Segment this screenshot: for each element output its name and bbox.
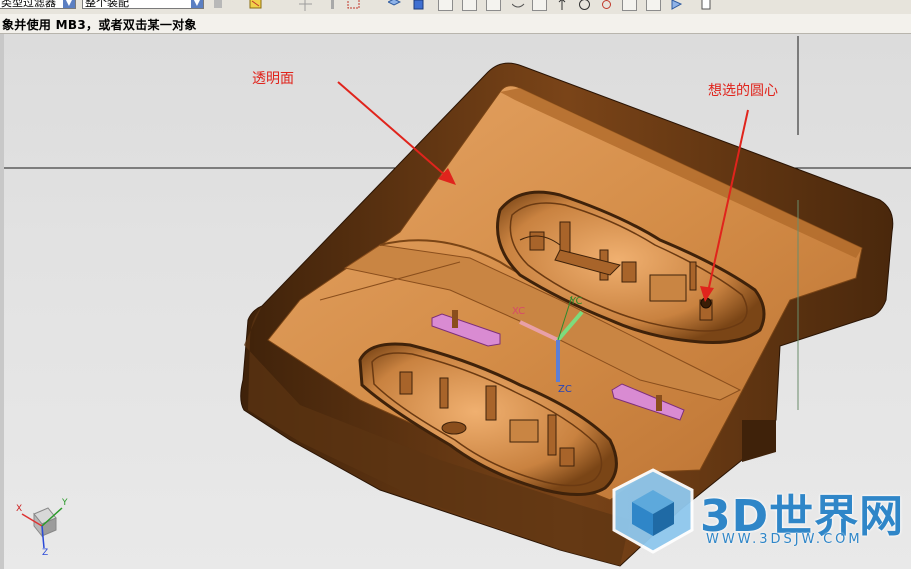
inferred-point-icon[interactable]	[326, 0, 339, 11]
scope-select[interactable]: 整个装配 ▼	[82, 0, 204, 9]
graphics-viewport[interactable]: 透明面 想选的圆心 XC YC ZC X Y Z 3D世界网 WWW.3DSJW…	[0, 34, 911, 569]
annotation-target-center: 想选的圆心	[708, 83, 778, 99]
snap-point-icon[interactable]	[438, 0, 453, 11]
watermark-url: WWW.3DSJW.COM	[706, 532, 863, 547]
arrow-up-icon[interactable]	[622, 0, 637, 11]
prompt-text: 象并使用 MB3，或者双击某一对象	[2, 18, 197, 32]
arc-icon[interactable]	[486, 0, 501, 11]
menu-icon[interactable]	[700, 0, 713, 11]
chevron-down-icon[interactable]: ▼	[191, 0, 203, 8]
yc-label: YC	[570, 296, 583, 307]
chevron-down-icon[interactable]: ▼	[63, 0, 75, 8]
mold-right-tab	[742, 420, 776, 462]
right-slider-pin	[656, 395, 662, 411]
cube-icon[interactable]	[412, 0, 425, 11]
arrow-up-icon[interactable]	[556, 0, 569, 11]
xc-label: XC	[512, 306, 526, 317]
filter-select[interactable]: 类型过滤器 ▼	[0, 0, 76, 9]
select-filter-icon[interactable]	[212, 0, 225, 11]
arrow-diag-icon[interactable]	[646, 0, 661, 11]
triad-x-label: X	[16, 504, 23, 514]
prompt-bar: 象并使用 MB3，或者双击某一对象	[0, 14, 911, 34]
watermark-logo-icon	[612, 468, 694, 554]
shade-icon[interactable]	[388, 0, 401, 11]
point-snap-icon[interactable]	[532, 0, 547, 11]
toolbar: 类型过滤器 ▼ 整个装配 ▼	[0, 0, 911, 15]
triad-z-label: Z	[42, 548, 49, 558]
triad-y-label: Y	[62, 498, 68, 508]
viewport-left-border	[0, 34, 4, 569]
circle-icon[interactable]	[578, 0, 591, 11]
arrow-diag-icon[interactable]	[600, 0, 613, 11]
view-icon[interactable]	[670, 0, 683, 11]
line-icon[interactable]	[462, 0, 477, 11]
view-orient-icon[interactable]	[347, 0, 360, 11]
annotation-transparent-face: 透明面	[252, 71, 294, 87]
zc-label: ZC	[558, 384, 572, 395]
curve-icon[interactable]	[512, 0, 525, 11]
point-icon[interactable]	[299, 0, 312, 11]
scope-select-value: 整个装配	[85, 0, 129, 9]
filter-select-value: 类型过滤器	[1, 0, 56, 9]
snap-icon[interactable]	[249, 0, 262, 11]
left-slider-pin	[452, 310, 458, 328]
